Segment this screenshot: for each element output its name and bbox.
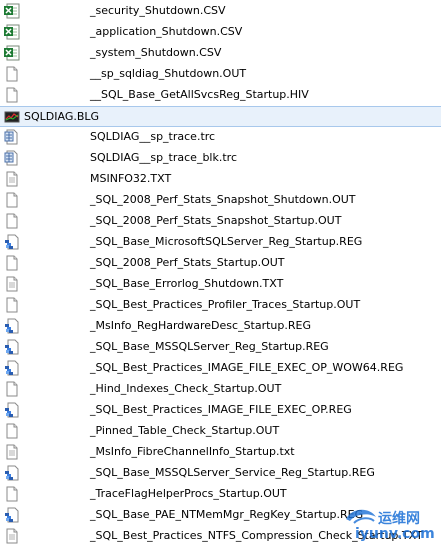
file-name: _SQL_Best_Practices_IMAGE_FILE_EXEC_OP.R… xyxy=(90,403,352,416)
file-name: SQLDIAG__sp_trace_blk.trc xyxy=(90,151,237,164)
registry-icon xyxy=(4,465,20,481)
file-name: _SQL_Base_MicrosoftSQLServer_Reg_Startup… xyxy=(90,235,363,248)
file-icon xyxy=(4,66,20,82)
text-file-icon xyxy=(4,528,20,544)
file-name: _system_Shutdown.CSV xyxy=(90,46,222,59)
file-row[interactable]: MSINFO32.TXT xyxy=(0,169,441,190)
file-name: MSINFO32.TXT xyxy=(90,172,172,185)
file-row[interactable]: _MsInfo_RegHardwareDesc_Startup.REG xyxy=(0,316,441,337)
file-name: __sp_sqldiag_Shutdown.OUT xyxy=(90,67,247,80)
registry-icon xyxy=(4,234,20,250)
file-name: _SQL_Base_MSSQLServer_Service_Reg_Startu… xyxy=(90,466,375,479)
file-row[interactable]: SQLDIAG.BLG xyxy=(0,106,441,127)
excel-icon xyxy=(4,3,20,19)
file-icon xyxy=(4,486,20,502)
registry-icon xyxy=(4,507,20,523)
file-name: _application_Shutdown.CSV xyxy=(90,25,243,38)
file-row[interactable]: _SQL_Base_MSSQLServer_Service_Reg_Startu… xyxy=(0,463,441,484)
file-name: _SQL_Base_PAE_NTMemMgr_RegKey_Startup.RE… xyxy=(90,508,364,521)
file-row[interactable]: _SQL_Base_Errorlog_Shutdown.TXT xyxy=(0,274,441,295)
file-row[interactable]: _SQL_2008_Perf_Stats_Startup.OUT xyxy=(0,253,441,274)
file-row[interactable]: _application_Shutdown.CSV xyxy=(0,22,441,43)
file-row[interactable]: _Pinned_Table_Check_Startup.OUT xyxy=(0,421,441,442)
registry-icon xyxy=(4,318,20,334)
text-file-icon xyxy=(4,171,20,187)
file-name: _SQL_Best_Practices_IMAGE_FILE_EXEC_OP_W… xyxy=(90,361,404,374)
file-name: _TraceFlagHelperProcs_Startup.OUT xyxy=(90,487,287,500)
watermark-text: 运维网 xyxy=(378,511,420,527)
file-name: _MsInfo_FibreChannelInfo_Startup.txt xyxy=(90,445,295,458)
file-name: _Pinned_Table_Check_Startup.OUT xyxy=(90,424,280,437)
file-name: _SQL_2008_Perf_Stats_Snapshot_Startup.OU… xyxy=(90,214,342,227)
excel-icon xyxy=(4,45,20,61)
file-name: _SQL_2008_Perf_Stats_Startup.OUT xyxy=(90,256,285,269)
file-row[interactable]: _SQL_2008_Perf_Stats_Snapshot_Startup.OU… xyxy=(0,211,441,232)
file-row[interactable]: SQLDIAG__sp_trace.trc xyxy=(0,127,441,148)
excel-icon xyxy=(4,24,20,40)
file-row[interactable]: _system_Shutdown.CSV xyxy=(0,43,441,64)
text-file-icon xyxy=(4,276,20,292)
file-name: SQLDIAG.BLG xyxy=(24,110,100,123)
perfmon-icon xyxy=(4,109,20,125)
file-row[interactable]: SQLDIAG__sp_trace_blk.trc xyxy=(0,148,441,169)
trace-icon xyxy=(4,129,20,145)
text-file-icon xyxy=(4,444,20,460)
file-row[interactable]: _SQL_Base_MicrosoftSQLServer_Reg_Startup… xyxy=(0,232,441,253)
file-row[interactable]: _SQL_Best_Practices_Profiler_Traces_Star… xyxy=(0,295,441,316)
file-icon xyxy=(4,192,20,208)
file-row[interactable]: _Hind_Indexes_Check_Startup.OUT xyxy=(0,379,441,400)
file-name: SQLDIAG__sp_trace.trc xyxy=(90,130,216,143)
registry-icon xyxy=(4,360,20,376)
file-name: _SQL_Base_Errorlog_Shutdown.TXT xyxy=(90,277,284,290)
file-icon xyxy=(4,423,20,439)
file-row[interactable]: _SQL_Best_Practices_IMAGE_FILE_EXEC_OP.R… xyxy=(0,400,441,421)
registry-icon xyxy=(4,339,20,355)
file-name: _MsInfo_RegHardwareDesc_Startup.REG xyxy=(90,319,312,332)
file-row[interactable]: __sp_sqldiag_Shutdown.OUT xyxy=(0,64,441,85)
file-row[interactable]: _security_Shutdown.CSV xyxy=(0,1,441,22)
file-row[interactable]: _MsInfo_FibreChannelInfo_Startup.txt xyxy=(0,442,441,463)
file-name: _SQL_Base_MSSQLServer_Reg_Startup.REG xyxy=(90,340,329,353)
file-row[interactable]: __SQL_Base_GetAllSvcsReg_Startup.HIV xyxy=(0,85,441,106)
file-row[interactable]: _SQL_2008_Perf_Stats_Snapshot_Shutdown.O… xyxy=(0,190,441,211)
file-icon xyxy=(4,255,20,271)
file-name: __SQL_Base_GetAllSvcsReg_Startup.HIV xyxy=(90,88,309,101)
trace-icon xyxy=(4,150,20,166)
file-row[interactable]: _SQL_Base_MSSQLServer_Reg_Startup.REG xyxy=(0,337,441,358)
file-name: _security_Shutdown.CSV xyxy=(90,4,226,17)
file-icon xyxy=(4,297,20,313)
file-name: _Hind_Indexes_Check_Startup.OUT xyxy=(90,382,282,395)
file-icon xyxy=(4,87,20,103)
watermark-domain: iyunv.com xyxy=(355,526,435,542)
registry-icon xyxy=(4,402,20,418)
file-name: _SQL_2008_Perf_Stats_Snapshot_Shutdown.O… xyxy=(90,193,356,206)
file-icon xyxy=(4,213,20,229)
file-icon xyxy=(4,381,20,397)
file-row[interactable]: _SQL_Best_Practices_IMAGE_FILE_EXEC_OP_W… xyxy=(0,358,441,379)
file-name: _SQL_Best_Practices_Profiler_Traces_Star… xyxy=(90,298,361,311)
file-row[interactable]: _TraceFlagHelperProcs_Startup.OUT xyxy=(0,484,441,505)
